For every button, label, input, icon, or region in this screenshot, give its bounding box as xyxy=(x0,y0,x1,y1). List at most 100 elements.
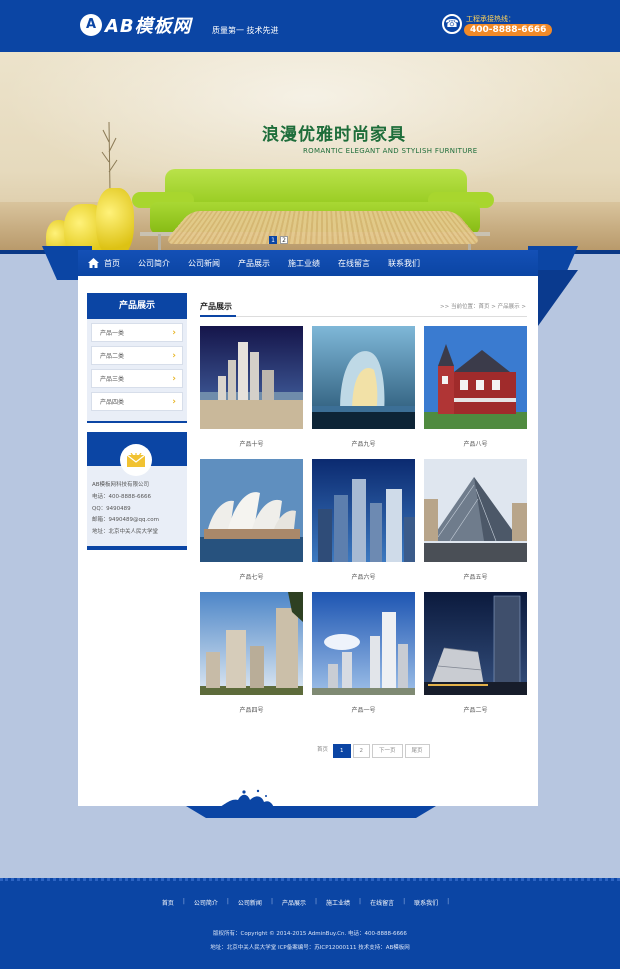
footer-separator: | xyxy=(182,898,185,905)
nav-item-about[interactable]: 公司简介 xyxy=(129,258,179,269)
footer xyxy=(0,878,620,969)
slide-dot-2[interactable]: 2 xyxy=(280,236,288,244)
footer-link-message[interactable]: 在线留言 xyxy=(370,898,394,907)
sidebar-title: 产品展示 xyxy=(87,293,187,319)
sidebar-item-label: 产品四类 xyxy=(100,399,125,406)
product-image[interactable] xyxy=(200,459,303,562)
sidebar-item-label: 产品一类 xyxy=(100,330,125,337)
product-image[interactable] xyxy=(424,592,527,695)
logo-badge: A xyxy=(80,14,102,36)
hotline-number: 400-8888-6666 xyxy=(464,24,553,36)
sidebar-category-list: 产品一类 › 产品二类 › 产品三类 › 产品四类 › xyxy=(87,319,187,423)
product-image[interactable] xyxy=(200,592,303,695)
footer-copyright: 版权所有：Copyright © 2014-2015 AdminBuy.Cn. … xyxy=(213,931,407,937)
nav-item-home[interactable]: 首页 xyxy=(78,258,129,269)
product-caption[interactable]: 产品六号 xyxy=(312,572,415,581)
phone-icon: ☎ xyxy=(442,14,462,34)
product-caption[interactable]: 产品九号 xyxy=(312,439,415,448)
product-caption[interactable]: 产品七号 xyxy=(200,572,303,581)
footer-separator: | xyxy=(226,898,229,905)
product-card[interactable]: 产品六号 xyxy=(312,459,415,583)
product-image[interactable] xyxy=(312,459,415,562)
sidebar-item-label: 产品三类 xyxy=(100,376,125,383)
main-nav: 首页 公司简介 公司新闻 产品展示 施工业绩 在线留言 联系我们 xyxy=(78,250,538,276)
product-card[interactable]: 产品八号 xyxy=(424,326,527,450)
product-image[interactable] xyxy=(200,326,303,429)
sidebar-item-cat2[interactable]: 产品二类 › xyxy=(91,346,183,365)
product-card[interactable]: 产品十号 xyxy=(200,326,303,450)
section-rule xyxy=(200,316,527,317)
contact-info: AB模板网科技有限公司 电话：400-8888-6666 QQ：9490489 … xyxy=(87,466,187,546)
footer-link-projects[interactable]: 施工业绩 xyxy=(326,898,350,907)
footer-link-contact[interactable]: 联系我们 xyxy=(414,898,438,907)
banner-subtitle: ROMANTIC ELEGANT AND STYLISH FURNITURE xyxy=(303,147,478,155)
decor-branch-icon xyxy=(101,122,118,192)
chevron-right-icon: › xyxy=(172,350,176,361)
product-caption[interactable]: 产品二号 xyxy=(424,705,527,714)
sidebar-item-cat4[interactable]: 产品四类 › xyxy=(91,392,183,411)
product-card[interactable]: 产品二号 xyxy=(424,592,527,716)
yellow-vase-tall xyxy=(96,188,134,250)
product-image[interactable] xyxy=(424,459,527,562)
product-caption[interactable]: 产品一号 xyxy=(312,705,415,714)
chevron-right-icon: › xyxy=(172,396,176,407)
footer-link-news[interactable]: 公司新闻 xyxy=(238,898,262,907)
section-rule-accent xyxy=(200,315,236,317)
footer-link-home[interactable]: 首页 xyxy=(162,898,174,907)
footer-separator: | xyxy=(403,898,406,905)
nav-label: 首页 xyxy=(104,258,120,268)
product-image[interactable] xyxy=(424,326,527,429)
product-caption[interactable]: 产品四号 xyxy=(200,705,303,714)
footer-link-products[interactable]: 产品展示 xyxy=(282,898,306,907)
product-image[interactable] xyxy=(312,326,415,429)
pagination: 首页 1 2 下一页 尾页 xyxy=(314,744,430,758)
banner-rug xyxy=(162,211,484,245)
home-icon xyxy=(88,258,99,268)
ink-splash-decoration xyxy=(214,789,274,812)
contact-bottom-bar xyxy=(87,546,187,550)
product-image[interactable] xyxy=(312,592,415,695)
contact-avatar xyxy=(120,444,152,476)
breadcrumb[interactable]: >> 当前位置：首页 > 产品展示 > xyxy=(440,302,526,310)
footer-nav: 首页 | 公司简介 | 公司新闻 | 产品展示 | 施工业绩 | 在线留言 | 联系我们 | xyxy=(0,898,620,907)
footer-address: 地址：北京中关人民大学堂 ICP备案编号：苏ICP12000111 技术支持：A… xyxy=(210,945,410,951)
logo-text: AB模板网 xyxy=(105,16,192,37)
product-caption[interactable]: 产品十号 xyxy=(200,439,303,448)
banner-title: 浪漫优雅时尚家具 xyxy=(262,125,406,145)
sidebar-item-cat1[interactable]: 产品一类 › xyxy=(91,323,183,342)
contact-address: 地址：北京中关人民大学堂 xyxy=(92,529,159,536)
product-card[interactable]: 产品九号 xyxy=(312,326,415,450)
footer-separator: | xyxy=(270,898,273,905)
nav-item-products[interactable]: 产品展示 xyxy=(229,258,279,269)
product-card[interactable]: 产品七号 xyxy=(200,459,303,583)
product-card[interactable]: 产品四号 xyxy=(200,592,303,716)
pager-page-2[interactable]: 2 xyxy=(352,744,371,758)
product-caption[interactable]: 产品五号 xyxy=(424,572,527,581)
sidebar-divider xyxy=(87,421,187,423)
hotline-label: 工程承接热线： xyxy=(466,15,515,23)
slide-dot-1[interactable]: 1 xyxy=(269,236,277,244)
product-card[interactable]: 产品五号 xyxy=(424,459,527,583)
contact-phone: 电话：400-8888-6666 xyxy=(92,493,151,500)
nav-ribbon-shadow xyxy=(538,270,578,326)
chevron-right-icon: › xyxy=(172,327,176,338)
mail-icon xyxy=(127,453,145,467)
sidebar-item-cat3[interactable]: 产品三类 › xyxy=(91,369,183,388)
nav-item-news[interactable]: 公司新闻 xyxy=(179,258,229,269)
nav-item-contact[interactable]: 联系我们 xyxy=(379,258,429,269)
nav-item-message[interactable]: 在线留言 xyxy=(329,258,379,269)
contact-qq: QQ：9490489 xyxy=(92,505,131,512)
footer-link-about[interactable]: 公司简介 xyxy=(194,898,218,907)
contact-company: AB模板网科技有限公司 xyxy=(92,482,150,488)
nav-item-projects[interactable]: 施工业绩 xyxy=(279,258,329,269)
chevron-right-icon: › xyxy=(172,373,176,384)
pager-last[interactable]: 尾页 xyxy=(404,744,430,758)
site-slogan: 质量第一 技术先进 xyxy=(212,26,279,35)
pager-page-1[interactable]: 1 xyxy=(333,744,351,758)
pager-first[interactable]: 首页 xyxy=(314,744,332,758)
footer-separator: | xyxy=(314,898,318,905)
pager-next[interactable]: 下一页 xyxy=(372,744,403,758)
product-caption[interactable]: 产品八号 xyxy=(424,439,527,448)
product-card[interactable]: 产品一号 xyxy=(312,592,415,716)
site-logo[interactable]: A AB模板网 xyxy=(80,12,192,38)
